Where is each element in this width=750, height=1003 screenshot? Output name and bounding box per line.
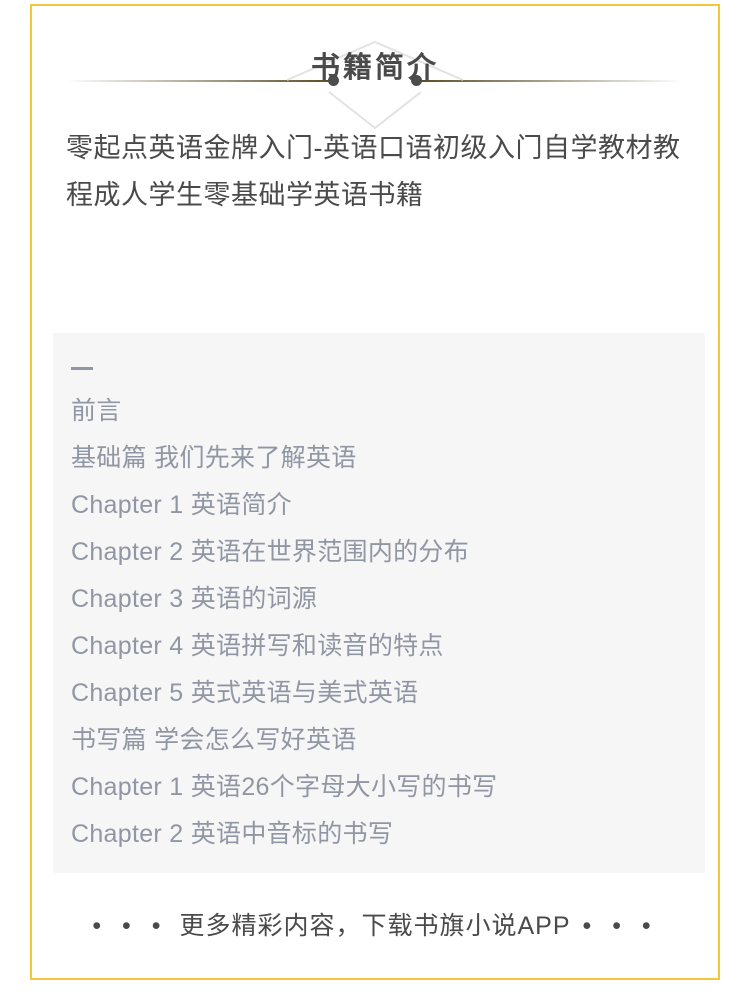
list-item[interactable]: Chapter 2 英语在世界范围内的分布 xyxy=(71,529,687,576)
footer-promo-text: 更多精彩内容，下载书旗小说APP xyxy=(179,912,571,941)
book-title: 零起点英语金牌入门-英语口语初级入门自学教材教程成人学生零基础学英语书籍 xyxy=(66,133,681,210)
list-item[interactable]: 书写篇 学会怎么写好英语 xyxy=(71,717,687,764)
list-item[interactable]: 基础篇 我们先来了解英语 xyxy=(71,435,687,482)
list-item[interactable]: 前言 xyxy=(71,388,687,435)
page-title: 书籍简介 xyxy=(310,52,439,84)
footer-promo[interactable]: • • • 更多精彩内容，下载书旗小说APP • • • xyxy=(0,905,750,946)
list-item[interactable]: Chapter 1 英语26个字母大小写的书写 xyxy=(71,764,687,811)
list-item[interactable]: Chapter 4 英语拼写和读音的特点 xyxy=(71,623,687,670)
dots-left-icon: • • • xyxy=(92,912,168,941)
catalog-panel: 前言 基础篇 我们先来了解英语 Chapter 1 英语简介 Chapter 2… xyxy=(53,333,705,873)
dash-marker-icon xyxy=(71,367,93,370)
list-item[interactable]: Chapter 3 英语的词源 xyxy=(71,576,687,623)
list-item[interactable]: Chapter 2 英语中音标的书写 xyxy=(71,811,687,858)
section-header: 书籍简介 xyxy=(30,18,720,130)
list-item[interactable]: Chapter 5 英式英语与美式英语 xyxy=(71,670,687,717)
list-item[interactable]: Chapter 1 英语简介 xyxy=(71,482,687,529)
book-intro-page: 书籍简介 零起点英语金牌入门-英语口语初级入门自学教材教程成人学生零基础学英语书… xyxy=(0,0,750,1003)
dots-right-icon: • • • xyxy=(582,912,658,941)
